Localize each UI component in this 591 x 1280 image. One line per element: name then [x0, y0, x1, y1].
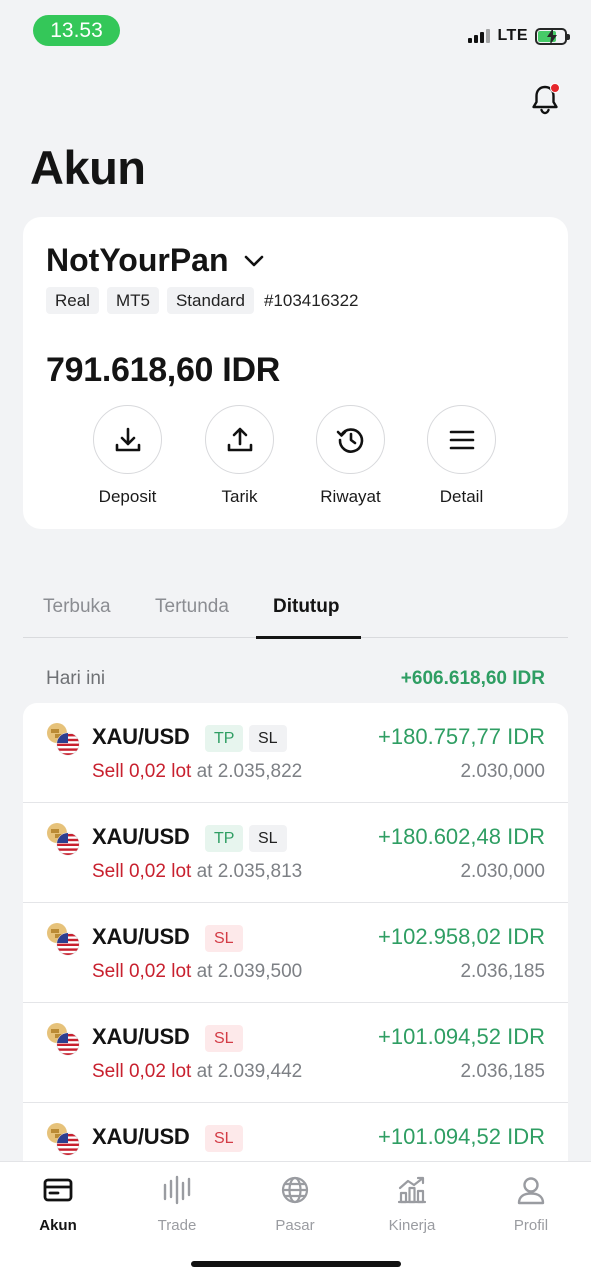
- trade-side-lot: Sell 0,02 lot: [92, 761, 192, 782]
- chevron-down-icon: [244, 255, 263, 266]
- upload-icon: [227, 427, 252, 451]
- sl-badge: SL: [205, 1125, 243, 1152]
- detail-button[interactable]: Detail: [406, 405, 517, 507]
- platform-tag: MT5: [106, 287, 159, 314]
- tab-pending[interactable]: Tertunda: [155, 596, 229, 618]
- nav-account[interactable]: Akun: [8, 1174, 108, 1234]
- globe-icon: [279, 1174, 311, 1206]
- trade-symbol: XAU/USD: [92, 1024, 190, 1049]
- trade-close-price: 2.036,185: [460, 1061, 545, 1082]
- status-time: 13.53: [33, 15, 120, 46]
- tp-badge: TP: [205, 825, 244, 852]
- status-bar: 13.53 LTE: [0, 0, 591, 60]
- account-number: #103416322: [263, 290, 359, 310]
- menu-icon: [449, 430, 474, 449]
- withdraw-label: Tarik: [221, 487, 258, 506]
- closed-trades-list: XAU/USD TP SL Sell 0,02 lot at 2.035,822 +18…: [23, 703, 568, 1173]
- trade-side-lot: Sell 0,02 lot: [92, 961, 192, 982]
- day-group-label: Hari ini: [46, 668, 106, 689]
- trade-close-price: 2.030,000: [460, 861, 545, 882]
- nav-market-label: Pasar: [275, 1217, 315, 1234]
- account-balance: 791.618,60 IDR: [46, 351, 280, 389]
- deposit-label: Deposit: [98, 487, 157, 506]
- nav-account-label: Akun: [39, 1217, 77, 1234]
- tab-open[interactable]: Terbuka: [43, 596, 111, 618]
- tab-closed[interactable]: Ditutup: [273, 596, 339, 618]
- withdraw-button[interactable]: Tarik: [184, 405, 295, 507]
- trade-side: Sell 0,02 lot at 2.039,442: [92, 1061, 302, 1083]
- trade-side: Sell 0,02 lot at 2.039,500: [92, 961, 302, 983]
- xau-usd-flag-icon: [46, 722, 80, 756]
- tp-badge: TP: [205, 725, 244, 752]
- trade-side-lot: Sell 0,02 lot: [92, 1061, 192, 1082]
- trade-profit: +180.757,77 IDR: [378, 724, 545, 749]
- trade-open-price: at 2.039,500: [196, 961, 303, 982]
- trade-symbol: XAU/USD: [92, 824, 190, 849]
- trade-open-price: at 2.039,442: [196, 1061, 303, 1082]
- xau-usd-flag-icon: [46, 922, 80, 956]
- network-type: LTE: [497, 27, 528, 44]
- history-icon: [336, 427, 363, 453]
- account-class-tag: Standard: [166, 287, 254, 314]
- account-switcher[interactable]: NotYourPan: [46, 242, 265, 279]
- wallet-icon: [42, 1174, 74, 1206]
- trade-profit: +180.602,48 IDR: [378, 824, 545, 849]
- nav-profile[interactable]: Profil: [481, 1174, 581, 1234]
- signal-icon: [468, 29, 491, 43]
- sl-badge: SL: [205, 1025, 243, 1052]
- account-tags: Real MT5 Standard #103416322: [46, 287, 359, 314]
- nav-performance-label: Kinerja: [388, 1217, 436, 1234]
- detail-label: Detail: [439, 487, 484, 506]
- day-group-total: +606.618,60 IDR: [400, 668, 545, 689]
- deposit-button[interactable]: Deposit: [72, 405, 183, 507]
- account-type-tag: Real: [46, 287, 99, 314]
- nav-market[interactable]: Pasar: [245, 1174, 345, 1234]
- trade-row[interactable]: XAU/USD SL Sell 0,02 lot at 2.039,442 +101.…: [23, 1003, 568, 1103]
- trade-row[interactable]: XAU/USD TP SL Sell 0,02 lot at 2.035,822 +18…: [23, 703, 568, 803]
- trade-side: Sell 0,02 lot at 2.035,813: [92, 861, 302, 883]
- xau-usd-flag-icon: [46, 1122, 80, 1156]
- nav-performance[interactable]: Kinerja: [362, 1174, 462, 1234]
- history-button[interactable]: Riwayat: [295, 405, 406, 507]
- nav-trade[interactable]: Trade: [127, 1174, 227, 1234]
- account-card: NotYourPan Real MT5 Standard #103416322 …: [23, 217, 568, 529]
- trade-side-lot: Sell 0,02 lot: [92, 861, 192, 882]
- sl-badge: SL: [249, 725, 287, 752]
- trade-row[interactable]: XAU/USD SL Sell 0,02 lot at 2.039,500 +102.…: [23, 903, 568, 1003]
- order-tabs: Terbuka Tertunda Ditutup: [23, 588, 568, 639]
- trade-close-price: 2.030,000: [460, 761, 545, 782]
- trade-symbol: XAU/USD: [92, 924, 190, 949]
- trade-symbol: XAU/USD: [92, 1124, 190, 1149]
- day-group-header: Hari ini +606.618,60 IDR: [46, 668, 545, 690]
- home-indicator: [191, 1261, 401, 1267]
- history-label: Riwayat: [320, 487, 381, 506]
- trade-side: Sell 0,02 lot at 2.035,822: [92, 761, 302, 783]
- candles-icon: [161, 1174, 193, 1206]
- trade-profit: +101.094,52 IDR: [378, 1124, 545, 1149]
- sl-badge: SL: [249, 825, 287, 852]
- status-indicators: LTE: [468, 24, 570, 48]
- trade-profit: +101.094,52 IDR: [378, 1024, 545, 1049]
- notification-bell-icon[interactable]: [530, 83, 560, 115]
- trade-open-price: at 2.035,813: [196, 861, 303, 882]
- battery-icon: [535, 27, 570, 45]
- account-actions: Deposit Tarik Riwayat Detail: [23, 405, 568, 515]
- trade-symbol: XAU/USD: [92, 724, 190, 749]
- active-tab-indicator: [256, 636, 361, 639]
- page-title: Akun: [30, 141, 146, 194]
- trade-close-price: 2.036,185: [460, 961, 545, 982]
- trade-profit: +102.958,02 IDR: [378, 924, 545, 949]
- trade-row[interactable]: XAU/USD TP SL Sell 0,02 lot at 2.035,813 +18…: [23, 803, 568, 903]
- xau-usd-flag-icon: [46, 822, 80, 856]
- account-name: NotYourPan: [46, 242, 229, 278]
- nav-trade-label: Trade: [157, 1217, 197, 1234]
- chart-icon: [396, 1174, 428, 1206]
- trade-open-price: at 2.035,822: [196, 761, 303, 782]
- xau-usd-flag-icon: [46, 1022, 80, 1056]
- sl-badge: SL: [205, 925, 243, 952]
- download-icon: [115, 427, 140, 451]
- notification-dot: [550, 83, 560, 93]
- user-icon: [515, 1174, 547, 1206]
- nav-profile-label: Profil: [513, 1217, 549, 1234]
